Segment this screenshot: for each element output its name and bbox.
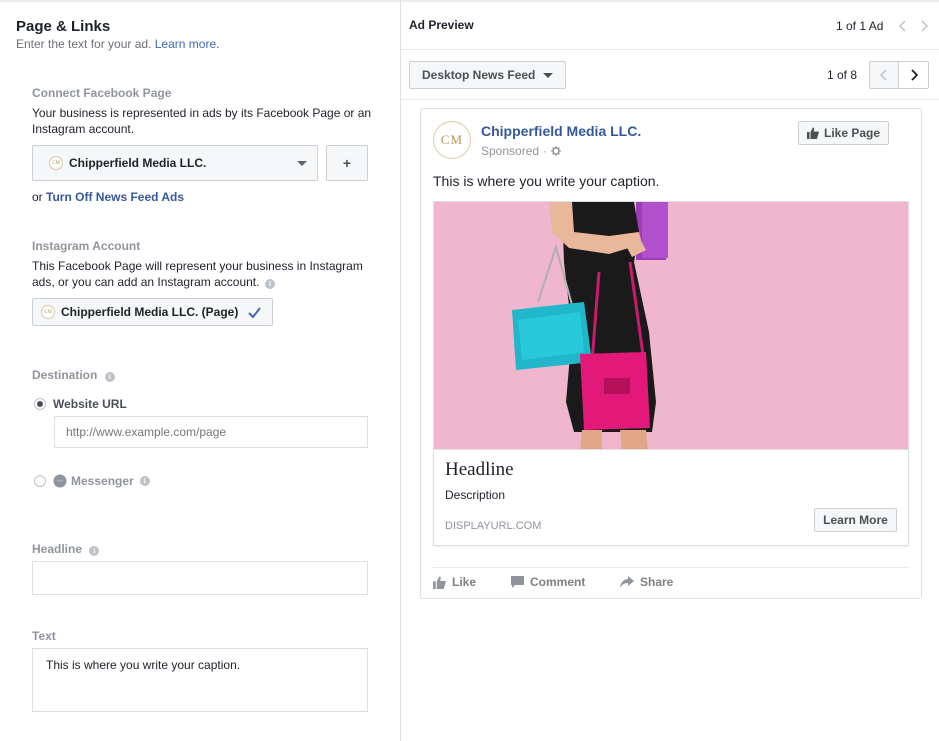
sponsored-label: Sponsored [481, 144, 540, 158]
gear-icon [551, 146, 562, 156]
panel-divider [400, 0, 401, 741]
ad-image[interactable] [433, 201, 909, 450]
woman-with-handbags-image [434, 202, 908, 449]
checkmark-icon [248, 307, 261, 318]
sponsored-row: Sponsored · [481, 144, 562, 158]
website-url-input[interactable] [54, 416, 368, 448]
like-page-label: Like Page [824, 126, 881, 140]
prev-placement-button[interactable] [869, 61, 899, 89]
like-page-button[interactable]: Like Page [798, 121, 889, 145]
ad-description: Description [445, 488, 506, 502]
or-text: or [32, 190, 43, 204]
connect-page-description: Your business is represented in ads by i… [32, 106, 372, 136]
headline-label-text: Headline [32, 542, 83, 556]
ad-headline: Headline [445, 459, 514, 480]
instagram-account-description: This Facebook Page will represent your b… [32, 258, 372, 290]
turn-off-news-feed-link[interactable]: Turn Off News Feed Ads [46, 190, 184, 204]
next-placement-button[interactable] [898, 61, 929, 89]
page-avatar[interactable]: CM [433, 121, 471, 159]
post-page-name[interactable]: Chipperfield Media LLC. [481, 123, 641, 139]
share-icon [620, 576, 634, 588]
chevron-right-icon [910, 69, 918, 81]
toolbar-divider [401, 99, 939, 100]
info-icon: i [104, 372, 115, 382]
instagram-account-select[interactable]: CM Chipperfield Media LLC. (Page) [32, 298, 273, 326]
instagram-account-label: Instagram Account [32, 239, 141, 253]
chevron-down-icon [543, 72, 554, 78]
next-ad-icon[interactable] [920, 20, 928, 32]
info-icon: i [89, 546, 100, 556]
thumbs-up-icon [433, 576, 446, 589]
learn-more-button[interactable]: Learn More [814, 508, 897, 532]
panel-title: Page & Links [16, 18, 111, 35]
ad-text-textarea[interactable]: This is where you write your caption. [32, 648, 368, 712]
destination-label: Destination i [32, 368, 115, 382]
page-avatar: CM [49, 156, 63, 170]
placement-select[interactable]: Desktop News Feed [409, 61, 566, 89]
actions-divider [433, 567, 909, 568]
facebook-page-name: Chipperfield Media LLC. [69, 156, 207, 170]
display-url: DISPLAYURL.COM [445, 520, 542, 532]
messenger-radio[interactable] [34, 475, 46, 487]
messenger-label: Messenger [71, 474, 134, 488]
turn-off-row: or Turn Off News Feed Ads [32, 190, 184, 204]
comment-icon [511, 576, 524, 588]
share-action[interactable]: Share [620, 575, 673, 589]
placement-label: Desktop News Feed [422, 68, 536, 82]
instagram-desc-text: This Facebook Page will represent your b… [32, 259, 363, 289]
chevron-left-icon [880, 69, 887, 81]
facebook-page-select[interactable]: CM Chipperfield Media LLC. [32, 145, 318, 181]
info-icon: i [139, 476, 150, 486]
comment-label: Comment [530, 575, 586, 589]
website-url-option[interactable]: Website URL [34, 397, 127, 411]
destination-label-text: Destination [32, 368, 98, 382]
instagram-account-name: Chipperfield Media LLC. (Page) [61, 305, 239, 319]
post-caption: This is where you write your caption. [433, 173, 660, 189]
comment-action[interactable]: Comment [511, 575, 585, 589]
messenger-icon [53, 474, 67, 488]
page-avatar: CM [41, 305, 55, 319]
top-border [0, 0, 939, 2]
ad-count: 1 of 1 Ad [836, 19, 884, 33]
info-icon: i [264, 279, 275, 289]
like-label: Like [452, 575, 477, 589]
prev-ad-icon[interactable] [899, 20, 907, 32]
placement-count: 1 of 8 [827, 68, 858, 82]
headline-label: Headline i [32, 542, 100, 556]
thumbs-up-icon [807, 127, 819, 139]
text-label: Text [32, 629, 56, 643]
like-action[interactable]: Like [433, 575, 476, 589]
plus-icon: + [342, 155, 352, 171]
messenger-option[interactable]: Messenger i [34, 474, 150, 488]
headline-input[interactable] [32, 561, 368, 595]
website-url-radio[interactable] [34, 398, 46, 410]
share-label: Share [640, 575, 674, 589]
header-divider [401, 49, 939, 50]
chevron-down-icon [297, 161, 307, 166]
ad-preview-title: Ad Preview [409, 18, 474, 32]
panel-subtitle: Enter the text for your ad. Learn more. [16, 37, 219, 51]
website-url-label: Website URL [53, 397, 127, 411]
add-page-button[interactable]: + [326, 145, 368, 181]
connect-page-label: Connect Facebook Page [32, 86, 172, 100]
subtitle-text: Enter the text for your ad. [16, 37, 152, 51]
learn-more-link[interactable]: Learn more. [155, 37, 220, 51]
